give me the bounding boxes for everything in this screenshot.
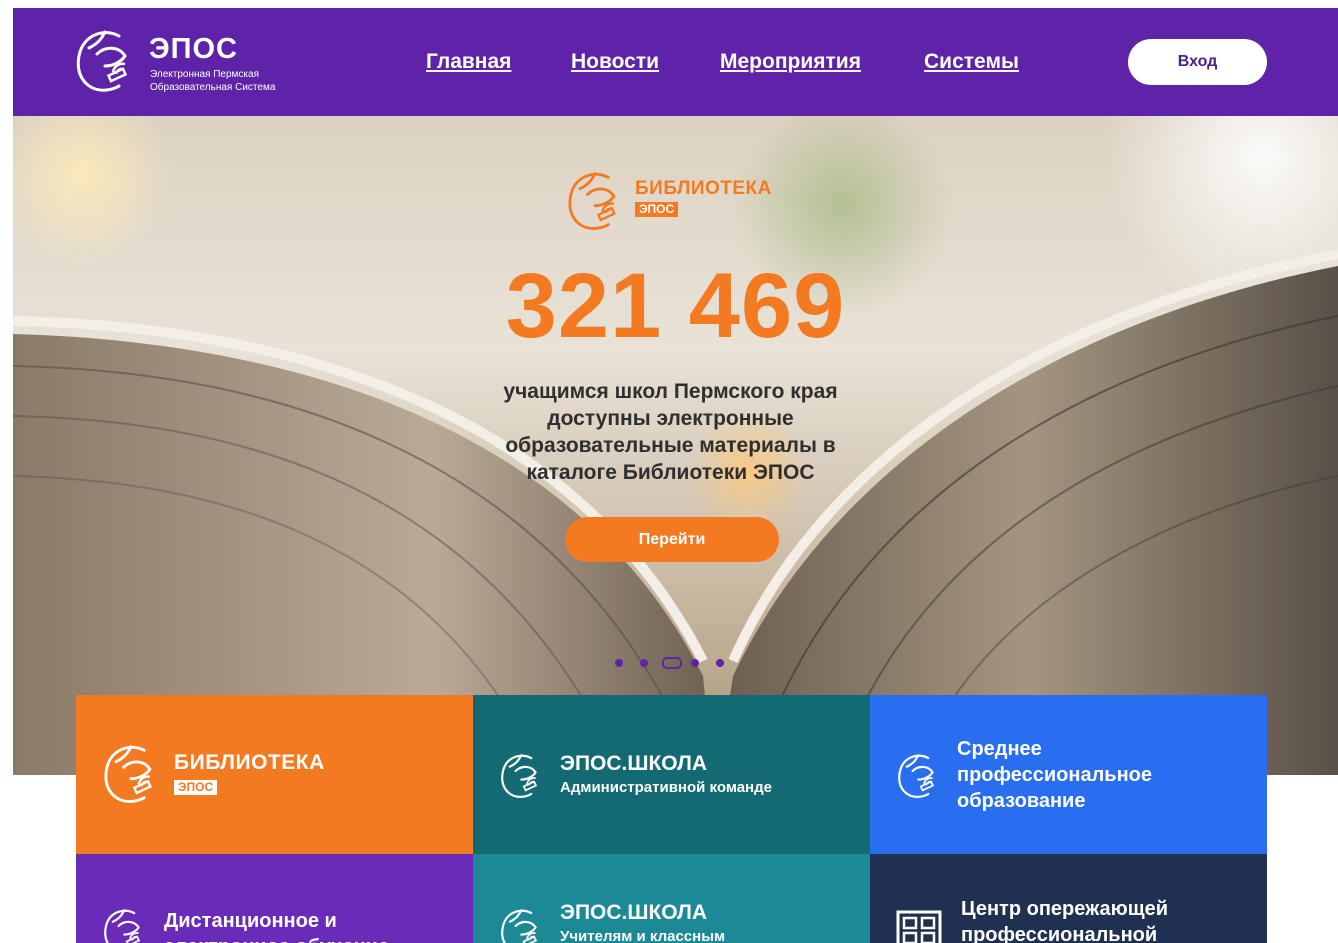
bear-logo-icon	[568, 172, 616, 230]
carousel-dot[interactable]	[691, 659, 699, 667]
tile-title-line: электронное обучение	[164, 934, 389, 943]
tile-subtitle: Административной команде	[560, 779, 772, 796]
tile-title-line: профессиональное	[957, 764, 1152, 786]
tile-subtitle: Учителям и классным	[560, 928, 726, 943]
bear-logo-icon	[501, 909, 538, 943]
bear-logo-icon	[898, 754, 935, 798]
tile-distance-learning[interactable]: Дистанционное и электронное обучение	[76, 854, 473, 943]
hero-description-line: образовательные материалы в	[505, 434, 836, 457]
tile-epos-school-teachers[interactable]: ЭПОС.ШКОЛА Учителям и классным	[473, 854, 870, 943]
logo-subtitle-line: Электронная Пермская	[150, 69, 259, 80]
bear-logo-icon	[76, 30, 128, 92]
nav-link-news[interactable]: Новости	[571, 50, 659, 74]
tile-title: ЭПОС.ШКОЛА	[560, 901, 707, 924]
logo-subtitle-line: Образовательная Система	[150, 82, 276, 93]
hero-description-line: учащимся школ Пермского края	[503, 380, 838, 403]
students-counter: 321 469	[505, 255, 846, 357]
tile-title: Центр опережающей профессиональной	[961, 896, 1168, 943]
carousel-dot-active[interactable]	[662, 657, 682, 669]
tile-title: Дистанционное и электронное обучение	[164, 908, 389, 943]
library-logo-badge: ЭПОС	[635, 202, 679, 217]
bear-logo-icon	[104, 909, 141, 943]
tile-title: Среднее профессиональное образование	[957, 736, 1152, 814]
nav-link-events[interactable]: Мероприятия	[720, 50, 861, 74]
bear-logo-icon	[501, 754, 538, 798]
tile-epos-school-admin[interactable]: ЭПОС.ШКОЛА Административной команде	[473, 695, 870, 854]
tile-title: БИБЛИОТЕКА	[174, 751, 325, 774]
tile-title-line: Центр опережающей	[961, 898, 1169, 920]
nav-link-home[interactable]: Главная	[426, 50, 511, 74]
library-logo-title: БИБЛИОТЕКА	[635, 178, 772, 199]
logo-title: ЭПОС	[149, 33, 238, 65]
epos-logo[interactable]: ЭПОС Электронная Пермская Образовательна…	[75, 26, 315, 102]
go-button[interactable]: Перейти	[565, 517, 779, 562]
logo-subtitle: Электронная Пермская Образовательная Сис…	[150, 68, 330, 94]
hero-description: учащимся школ Пермского края доступны эл…	[473, 378, 868, 486]
carousel-dot[interactable]	[716, 659, 724, 667]
site-header: ЭПОС Электронная Пермская Образовательна…	[13, 8, 1338, 116]
tile-title-line: образование	[957, 790, 1086, 812]
tile-vocational-education[interactable]: Среднее профессиональное образование	[870, 695, 1267, 854]
bear-logo-icon	[104, 745, 152, 803]
hero-description-line: каталоге Библиотеки ЭПОС	[526, 461, 815, 484]
nav-link-systems[interactable]: Системы	[924, 50, 1019, 74]
grid-building-icon	[896, 910, 942, 943]
tile-library[interactable]: БИБЛИОТЕКА ЭПОС	[76, 695, 473, 854]
tile-badge: ЭПОС	[174, 780, 218, 795]
library-logo: БИБЛИОТЕКА ЭПОС	[565, 168, 795, 234]
tile-title-line: Дистанционное и	[164, 910, 337, 932]
tile-training-center[interactable]: Центр опережающей профессиональной	[870, 854, 1267, 943]
tile-title: ЭПОС.ШКОЛА	[560, 752, 707, 775]
hero-slider: БИБЛИОТЕКА ЭПОС 321 469 учащимся школ Пе…	[13, 116, 1338, 775]
tile-title-line: профессиональной	[961, 924, 1158, 943]
tile-title-line: Среднее	[957, 738, 1042, 760]
hero-description-line: доступны электронные	[547, 407, 794, 430]
carousel-dot[interactable]	[615, 659, 623, 667]
carousel-dot[interactable]	[640, 659, 648, 667]
login-button[interactable]: Вход	[1128, 39, 1267, 85]
